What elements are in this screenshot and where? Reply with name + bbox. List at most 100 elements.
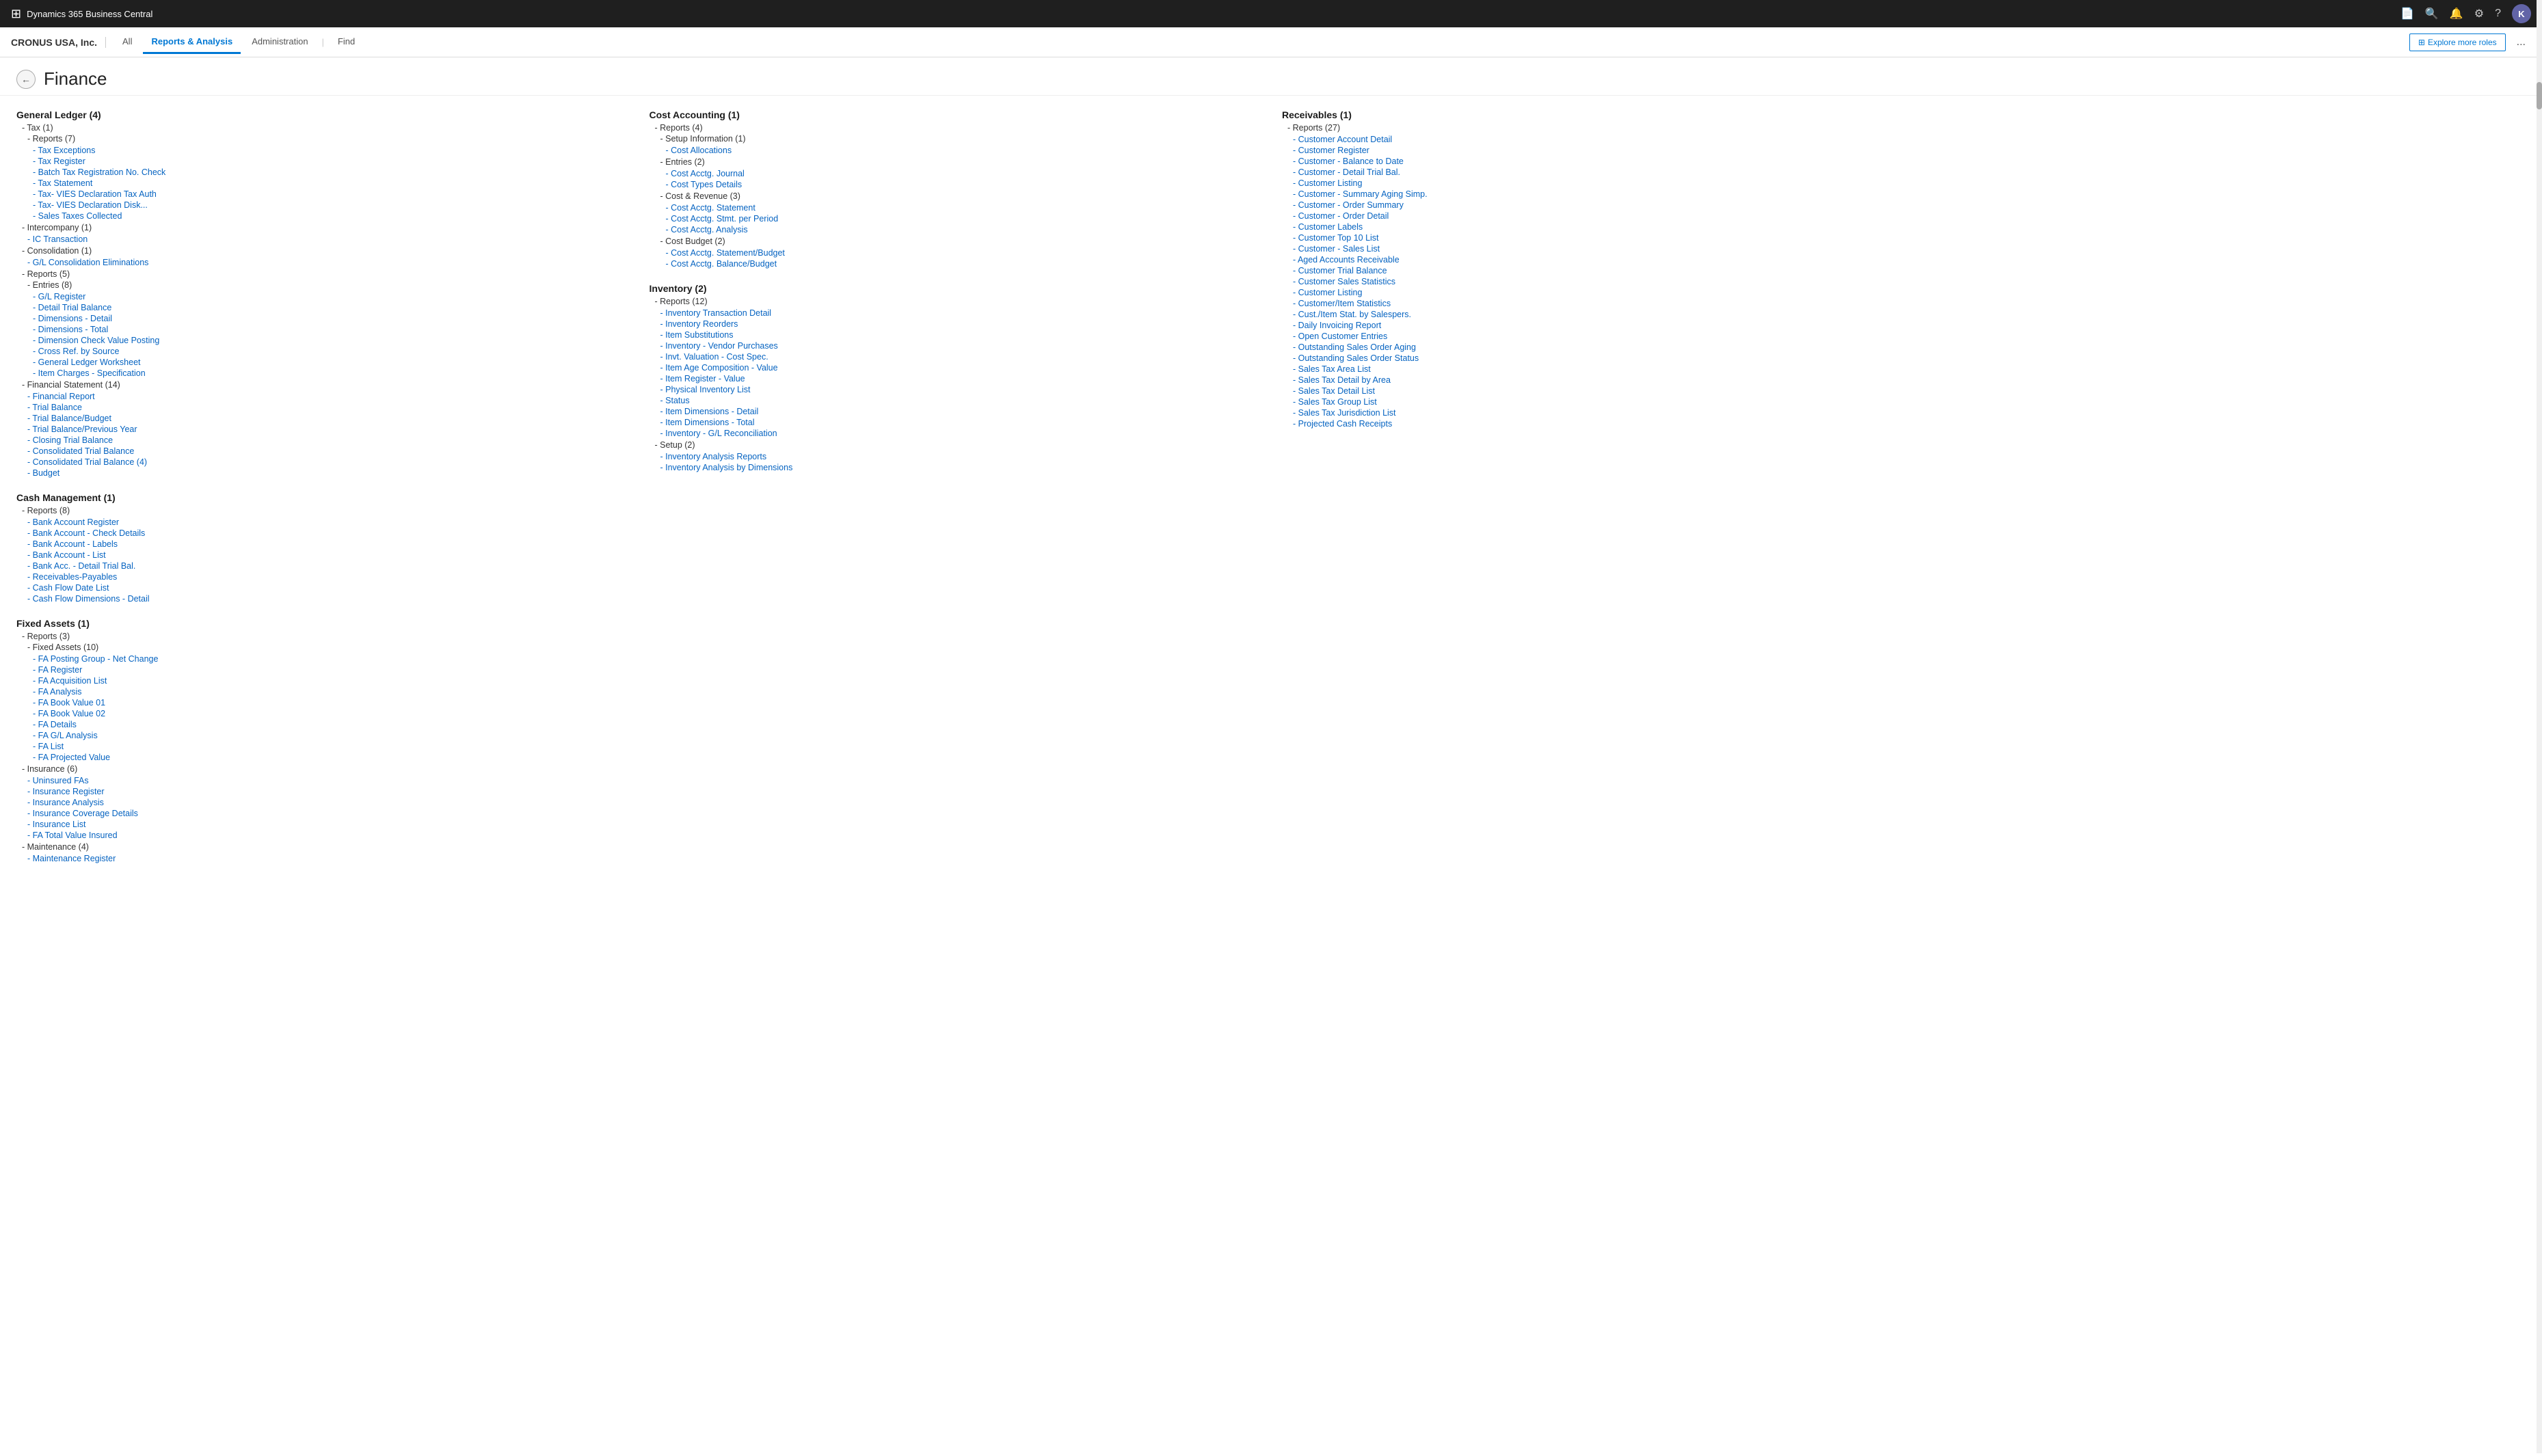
link-tax-statement[interactable]: - Tax Statement — [33, 178, 628, 189]
help-icon[interactable]: ? — [2495, 8, 2501, 20]
link-item-substitutions[interactable]: - Item Substitutions — [660, 329, 1261, 340]
more-options-button[interactable]: ... — [2511, 33, 2531, 51]
link-projected-cash-receipts[interactable]: - Projected Cash Receipts — [1293, 418, 1893, 429]
link-outstanding-sales-order-aging[interactable]: - Outstanding Sales Order Aging — [1293, 342, 1893, 353]
link-cost-allocations[interactable]: - Cost Allocations — [666, 145, 1261, 156]
link-cost-types-details[interactable]: - Cost Types Details — [666, 179, 1261, 190]
link-status[interactable]: - Status — [660, 395, 1261, 406]
link-tax-vies-disk[interactable]: - Tax- VIES Declaration Disk... — [33, 200, 628, 211]
link-inventory-analysis-dimensions[interactable]: - Inventory Analysis by Dimensions — [660, 462, 1261, 473]
settings-icon[interactable]: ⚙ — [2474, 7, 2484, 21]
link-gl-consolidation[interactable]: - G/L Consolidation Eliminations — [27, 257, 628, 268]
link-batch-tax-reg[interactable]: - Batch Tax Registration No. Check — [33, 167, 628, 178]
link-customer-summary-aging-simp[interactable]: - Customer - Summary Aging Simp. — [1293, 189, 1893, 200]
link-tax-exceptions[interactable]: - Tax Exceptions — [33, 145, 628, 156]
link-inventory-gl-reconciliation[interactable]: - Inventory - G/L Reconciliation — [660, 428, 1261, 439]
link-cost-acctg-statement[interactable]: - Cost Acctg. Statement — [666, 202, 1261, 213]
link-customer-listing[interactable]: - Customer Listing — [1293, 178, 1893, 189]
link-inventory-vendor-purchases[interactable]: - Inventory - Vendor Purchases — [660, 340, 1261, 351]
link-ic-transaction[interactable]: - IC Transaction — [27, 234, 628, 245]
link-consolidated-trial-balance-4[interactable]: - Consolidated Trial Balance (4) — [27, 457, 628, 468]
link-cost-acctg-analysis[interactable]: - Cost Acctg. Analysis — [666, 224, 1261, 235]
search-icon[interactable]: 🔍 — [2425, 7, 2439, 21]
link-customer-listing-2[interactable]: - Customer Listing — [1293, 287, 1893, 298]
link-physical-inventory-list[interactable]: - Physical Inventory List — [660, 384, 1261, 395]
link-open-customer-entries[interactable]: - Open Customer Entries — [1293, 331, 1893, 342]
bell-icon[interactable]: 🔔 — [2450, 7, 2463, 21]
link-item-dimensions-total[interactable]: - Item Dimensions - Total — [660, 417, 1261, 428]
document-icon[interactable]: 📄 — [2400, 7, 2414, 21]
link-fa-acquisition-list[interactable]: - FA Acquisition List — [33, 675, 628, 686]
link-fa-book-value-01[interactable]: - FA Book Value 01 — [33, 697, 628, 708]
link-tax-register[interactable]: - Tax Register — [33, 156, 628, 167]
link-dimensions-detail[interactable]: - Dimensions - Detail — [33, 313, 628, 324]
link-inventory-analysis-reports[interactable]: - Inventory Analysis Reports — [660, 451, 1261, 462]
link-customer-account-detail[interactable]: - Customer Account Detail — [1293, 134, 1893, 145]
link-cost-acctg-stmt-budget[interactable]: - Cost Acctg. Statement/Budget — [666, 247, 1261, 258]
link-insurance-analysis[interactable]: - Insurance Analysis — [27, 797, 628, 808]
link-detail-trial-balance[interactable]: - Detail Trial Balance — [33, 302, 628, 313]
link-fa-analysis[interactable]: - FA Analysis — [33, 686, 628, 697]
link-customer-sales-list[interactable]: - Customer - Sales List — [1293, 243, 1893, 254]
link-gl-worksheet[interactable]: - General Ledger Worksheet — [33, 357, 628, 368]
link-fa-projected-value[interactable]: - FA Projected Value — [33, 752, 628, 763]
link-item-age-composition-value[interactable]: - Item Age Composition - Value — [660, 362, 1261, 373]
link-fa-total-value-insured[interactable]: - FA Total Value Insured — [27, 830, 628, 841]
link-budget[interactable]: - Budget — [27, 468, 628, 478]
link-closing-trial-balance[interactable]: - Closing Trial Balance — [27, 435, 628, 446]
link-cash-flow-dimensions-detail[interactable]: - Cash Flow Dimensions - Detail — [27, 593, 628, 604]
link-customer-trial-balance[interactable]: - Customer Trial Balance — [1293, 265, 1893, 276]
link-insurance-list[interactable]: - Insurance List — [27, 819, 628, 830]
link-cost-acctg-balance-budget[interactable]: - Cost Acctg. Balance/Budget — [666, 258, 1261, 269]
link-insurance-register[interactable]: - Insurance Register — [27, 786, 628, 797]
link-customer-order-summary[interactable]: - Customer - Order Summary — [1293, 200, 1893, 211]
link-daily-invoicing-report[interactable]: - Daily Invoicing Report — [1293, 320, 1893, 331]
link-fa-details[interactable]: - FA Details — [33, 719, 628, 730]
link-maintenance-register[interactable]: - Maintenance Register — [27, 853, 628, 864]
link-dimensions-total[interactable]: - Dimensions - Total — [33, 324, 628, 335]
link-trial-balance-budget[interactable]: - Trial Balance/Budget — [27, 413, 628, 424]
link-customer-labels[interactable]: - Customer Labels — [1293, 221, 1893, 232]
link-gl-register[interactable]: - G/L Register — [33, 291, 628, 302]
link-sales-tax-detail-by-area[interactable]: - Sales Tax Detail by Area — [1293, 375, 1893, 386]
link-item-charges-spec[interactable]: - Item Charges - Specification — [33, 368, 628, 379]
link-customer-detail-trial-bal[interactable]: - Customer - Detail Trial Bal. — [1293, 167, 1893, 178]
link-aged-accounts-receivable[interactable]: - Aged Accounts Receivable — [1293, 254, 1893, 265]
back-button[interactable]: ← — [16, 70, 36, 89]
link-cash-flow-date-list[interactable]: - Cash Flow Date List — [27, 582, 628, 593]
link-bank-acc-detail-trial-bal[interactable]: - Bank Acc. - Detail Trial Bal. — [27, 561, 628, 571]
link-item-register-value[interactable]: - Item Register - Value — [660, 373, 1261, 384]
link-fa-gl-analysis[interactable]: - FA G/L Analysis — [33, 730, 628, 741]
link-bank-account-list[interactable]: - Bank Account - List — [27, 550, 628, 561]
link-fa-register[interactable]: - FA Register — [33, 664, 628, 675]
link-financial-report[interactable]: - Financial Report — [27, 391, 628, 402]
link-cost-acctg-journal[interactable]: - Cost Acctg. Journal — [666, 168, 1261, 179]
link-cost-acctg-stmt-period[interactable]: - Cost Acctg. Stmt. per Period — [666, 213, 1261, 224]
link-customer-sales-statistics[interactable]: - Customer Sales Statistics — [1293, 276, 1893, 287]
link-customer-item-statistics[interactable]: - Customer/Item Statistics — [1293, 298, 1893, 309]
link-fa-posting-group[interactable]: - FA Posting Group - Net Change — [33, 653, 628, 664]
link-cross-ref-source[interactable]: - Cross Ref. by Source — [33, 346, 628, 357]
tab-reports-analysis[interactable]: Reports & Analysis — [143, 31, 241, 54]
link-sales-tax-detail-list[interactable]: - Sales Tax Detail List — [1293, 386, 1893, 396]
link-bank-account-register[interactable]: - Bank Account Register — [27, 517, 628, 528]
link-sales-tax-jurisdiction-list[interactable]: - Sales Tax Jurisdiction List — [1293, 407, 1893, 418]
link-customer-register[interactable]: - Customer Register — [1293, 145, 1893, 156]
tab-find[interactable]: Find — [330, 31, 363, 54]
link-sales-tax-group-list[interactable]: - Sales Tax Group List — [1293, 396, 1893, 407]
link-insurance-coverage-details[interactable]: - Insurance Coverage Details — [27, 808, 628, 819]
link-customer-top-10-list[interactable]: - Customer Top 10 List — [1293, 232, 1893, 243]
link-fa-list[interactable]: - FA List — [33, 741, 628, 752]
link-customer-order-detail[interactable]: - Customer - Order Detail — [1293, 211, 1893, 221]
link-trial-balance[interactable]: - Trial Balance — [27, 402, 628, 413]
link-bank-account-labels[interactable]: - Bank Account - Labels — [27, 539, 628, 550]
link-invt-valuation-cost-spec[interactable]: - Invt. Valuation - Cost Spec. — [660, 351, 1261, 362]
link-inventory-transaction-detail[interactable]: - Inventory Transaction Detail — [660, 308, 1261, 319]
link-sales-tax-area-list[interactable]: - Sales Tax Area List — [1293, 364, 1893, 375]
link-bank-account-check-details[interactable]: - Bank Account - Check Details — [27, 528, 628, 539]
link-customer-balance-to-date[interactable]: - Customer - Balance to Date — [1293, 156, 1893, 167]
link-uninsured-fas[interactable]: - Uninsured FAs — [27, 775, 628, 786]
link-consolidated-trial-balance[interactable]: - Consolidated Trial Balance — [27, 446, 628, 457]
link-item-dimensions-detail[interactable]: - Item Dimensions - Detail — [660, 406, 1261, 417]
tab-all[interactable]: All — [114, 31, 140, 54]
